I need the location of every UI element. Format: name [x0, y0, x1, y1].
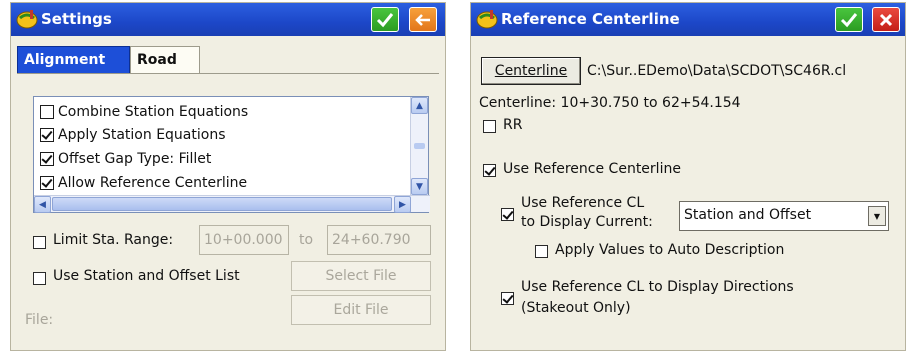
back-arrow-icon — [415, 13, 430, 26]
close-button[interactable] — [872, 7, 900, 32]
accept-button[interactable] — [371, 7, 399, 32]
tab-divider — [17, 73, 439, 74]
limit-range-label: Limit Sta. Range: — [53, 232, 174, 248]
display-current-label-line1: Use Reference CL — [521, 195, 645, 211]
scroll-right-button[interactable]: ▶ — [394, 196, 411, 213]
list-item-label: Offset Gap Type: Fillet — [58, 151, 212, 167]
range-to-label: to — [299, 232, 314, 248]
dropdown-arrow-button[interactable]: ▼ — [868, 206, 886, 226]
station-offset-checkbox[interactable] — [33, 272, 46, 285]
window-title: Settings — [41, 10, 112, 28]
apply-values-label: Apply Values to Auto Description — [555, 242, 785, 258]
centerline-range-text: Centerline: 10+30.750 to 62+54.154 — [479, 95, 741, 111]
chevron-down-icon: ▼ — [873, 211, 881, 221]
display-directions-label-line2: (Stakeout Only) — [521, 300, 631, 316]
centerline-button[interactable]: Centerline — [481, 57, 581, 85]
check-icon — [376, 12, 394, 27]
chevron-left-icon: ◀ — [39, 199, 46, 210]
display-current-select[interactable]: Station and Offset ▼ — [679, 201, 889, 231]
use-reference-centerline-checkbox[interactable] — [483, 164, 496, 177]
range-from-field[interactable]: 10+00.000 — [199, 225, 289, 255]
rr-label: RR — [503, 117, 523, 133]
select-file-button[interactable]: Select File — [291, 261, 431, 291]
tab-alignment[interactable]: Alignment — [17, 46, 130, 74]
centerline-button-label: Centerline — [494, 63, 568, 79]
settings-window: Settings Alignment Road Combine Station … — [10, 2, 446, 351]
list-item[interactable]: Offset Gap Type: Fillet — [40, 148, 211, 170]
chevron-right-icon: ▶ — [399, 199, 406, 210]
horizontal-scrollbar[interactable]: ◀ ▶ — [34, 195, 430, 213]
chevron-down-icon: ▼ — [416, 181, 423, 192]
scroll-left-button[interactable]: ◀ — [34, 196, 51, 213]
back-button[interactable] — [409, 7, 437, 32]
apply-values-checkbox[interactable] — [535, 245, 548, 258]
checkbox[interactable] — [40, 152, 54, 166]
scroll-thumb[interactable] — [414, 143, 425, 149]
accept-button[interactable] — [835, 7, 863, 32]
chevron-up-icon: ▲ — [416, 100, 423, 111]
rr-checkbox[interactable] — [483, 120, 496, 133]
display-directions-label-line1: Use Reference CL to Display Directions — [521, 279, 794, 295]
limit-range-checkbox[interactable] — [33, 236, 46, 249]
alignment-options-list[interactable]: Combine Station Equations Apply Station … — [33, 96, 430, 213]
vertical-scrollbar[interactable]: ▲ ▼ — [410, 97, 428, 196]
file-label: File: — [25, 312, 54, 328]
scroll-up-button[interactable]: ▲ — [411, 97, 428, 114]
edit-file-button[interactable]: Edit File — [291, 295, 431, 325]
list-item-label: Apply Station Equations — [58, 127, 226, 143]
station-offset-label: Use Station and Offset List — [53, 268, 240, 284]
title-bar: Settings — [11, 3, 445, 36]
display-directions-checkbox[interactable] — [501, 292, 514, 305]
window-title: Reference Centerline — [501, 10, 680, 28]
checkbox[interactable] — [40, 176, 54, 190]
app-icon — [476, 10, 498, 29]
checkbox[interactable] — [40, 105, 54, 119]
scroll-down-button[interactable]: ▼ — [411, 178, 428, 195]
list-item[interactable]: Combine Station Equations — [40, 101, 248, 123]
display-current-checkbox[interactable] — [501, 208, 514, 221]
display-current-label-line2: to Display Current: — [521, 214, 653, 230]
centerline-file-path: C:\Sur..EDemo\Data\SCDOT\SC46R.cl — [587, 63, 847, 79]
checkbox[interactable] — [40, 128, 54, 142]
scroll-thumb[interactable] — [52, 197, 392, 211]
close-icon — [879, 13, 893, 26]
list-item[interactable]: Allow Reference Centerline — [40, 172, 247, 194]
tab-road[interactable]: Road — [130, 46, 200, 74]
reference-centerline-window: Reference Centerline Centerline C:\Sur..… — [470, 2, 906, 351]
list-item-label: Combine Station Equations — [58, 104, 249, 120]
use-reference-centerline-label: Use Reference Centerline — [503, 161, 681, 177]
title-bar: Reference Centerline — [471, 3, 905, 36]
list-item-label: Allow Reference Centerline — [58, 175, 248, 191]
check-icon — [840, 12, 858, 27]
app-icon — [16, 10, 38, 29]
list-item[interactable]: Apply Station Equations — [40, 124, 226, 146]
range-to-field[interactable]: 24+60.790 — [327, 225, 431, 255]
display-current-value: Station and Offset — [684, 207, 812, 223]
